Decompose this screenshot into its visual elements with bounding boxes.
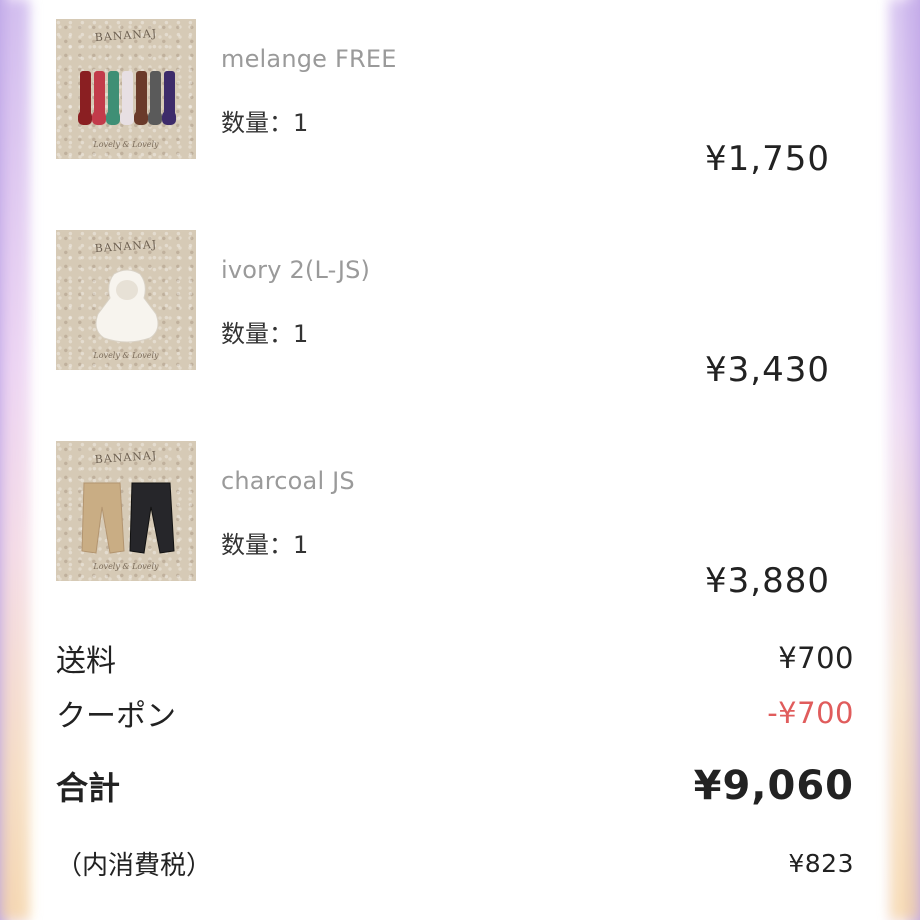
item-price: ¥1,750 (705, 139, 830, 179)
product-thumbnail-hood[interactable]: BANANAJ Lovely & Lovely (56, 230, 196, 370)
thumbnail-signature: Lovely & Lovely (93, 562, 159, 571)
item-price: ¥3,880 (705, 561, 830, 601)
shipping-label: 送料 (56, 644, 116, 679)
total-value: ¥9,060 (693, 763, 854, 809)
coupon-value: -¥700 (767, 696, 854, 730)
cart-item: BANANAJ Lovely & Lovely ivory 2(L-JS) 数量… (56, 230, 856, 390)
shipping-value: ¥700 (778, 641, 854, 675)
total-row: 合計 ¥9,060 (56, 763, 854, 809)
order-summary: BANANAJ Lovely & Lovely melange FREE 数量：… (0, 0, 920, 920)
tax-label: （内消費税） (56, 851, 213, 881)
coupon-row: クーポン -¥700 (56, 691, 854, 735)
cart-item: BANANAJ Lovely & Lovely charcoal JS 数量：1… (56, 441, 856, 601)
total-label: 合計 (56, 769, 121, 807)
pants-image (81, 482, 175, 554)
item-variant: ivory 2(L-JS) (221, 256, 371, 284)
coupon-label: クーポン (56, 699, 176, 734)
item-quantity: 数量：1 (221, 320, 309, 348)
cart-item: BANANAJ Lovely & Lovely melange FREE 数量：… (56, 19, 856, 179)
item-quantity: 数量：1 (221, 531, 309, 559)
thumbnail-brand: BANANAJ (94, 26, 158, 45)
product-thumbnail-pants[interactable]: BANANAJ Lovely & Lovely (56, 441, 196, 581)
tax-row: （内消費税） ¥823 (56, 845, 854, 882)
shipping-row: 送料 ¥700 (56, 636, 854, 680)
item-price: ¥3,430 (705, 350, 830, 390)
tax-value: ¥823 (788, 849, 854, 878)
thumbnail-signature: Lovely & Lovely (93, 140, 159, 149)
product-thumbnail-socks[interactable]: BANANAJ Lovely & Lovely (56, 19, 196, 159)
thumbnail-brand: BANANAJ (94, 448, 158, 467)
socks-image (78, 71, 176, 125)
item-variant: melange FREE (221, 45, 397, 73)
item-variant: charcoal JS (221, 467, 355, 495)
hood-image (95, 269, 159, 343)
thumbnail-brand: BANANAJ (94, 237, 158, 256)
item-quantity: 数量：1 (221, 109, 309, 137)
thumbnail-signature: Lovely & Lovely (93, 351, 159, 360)
